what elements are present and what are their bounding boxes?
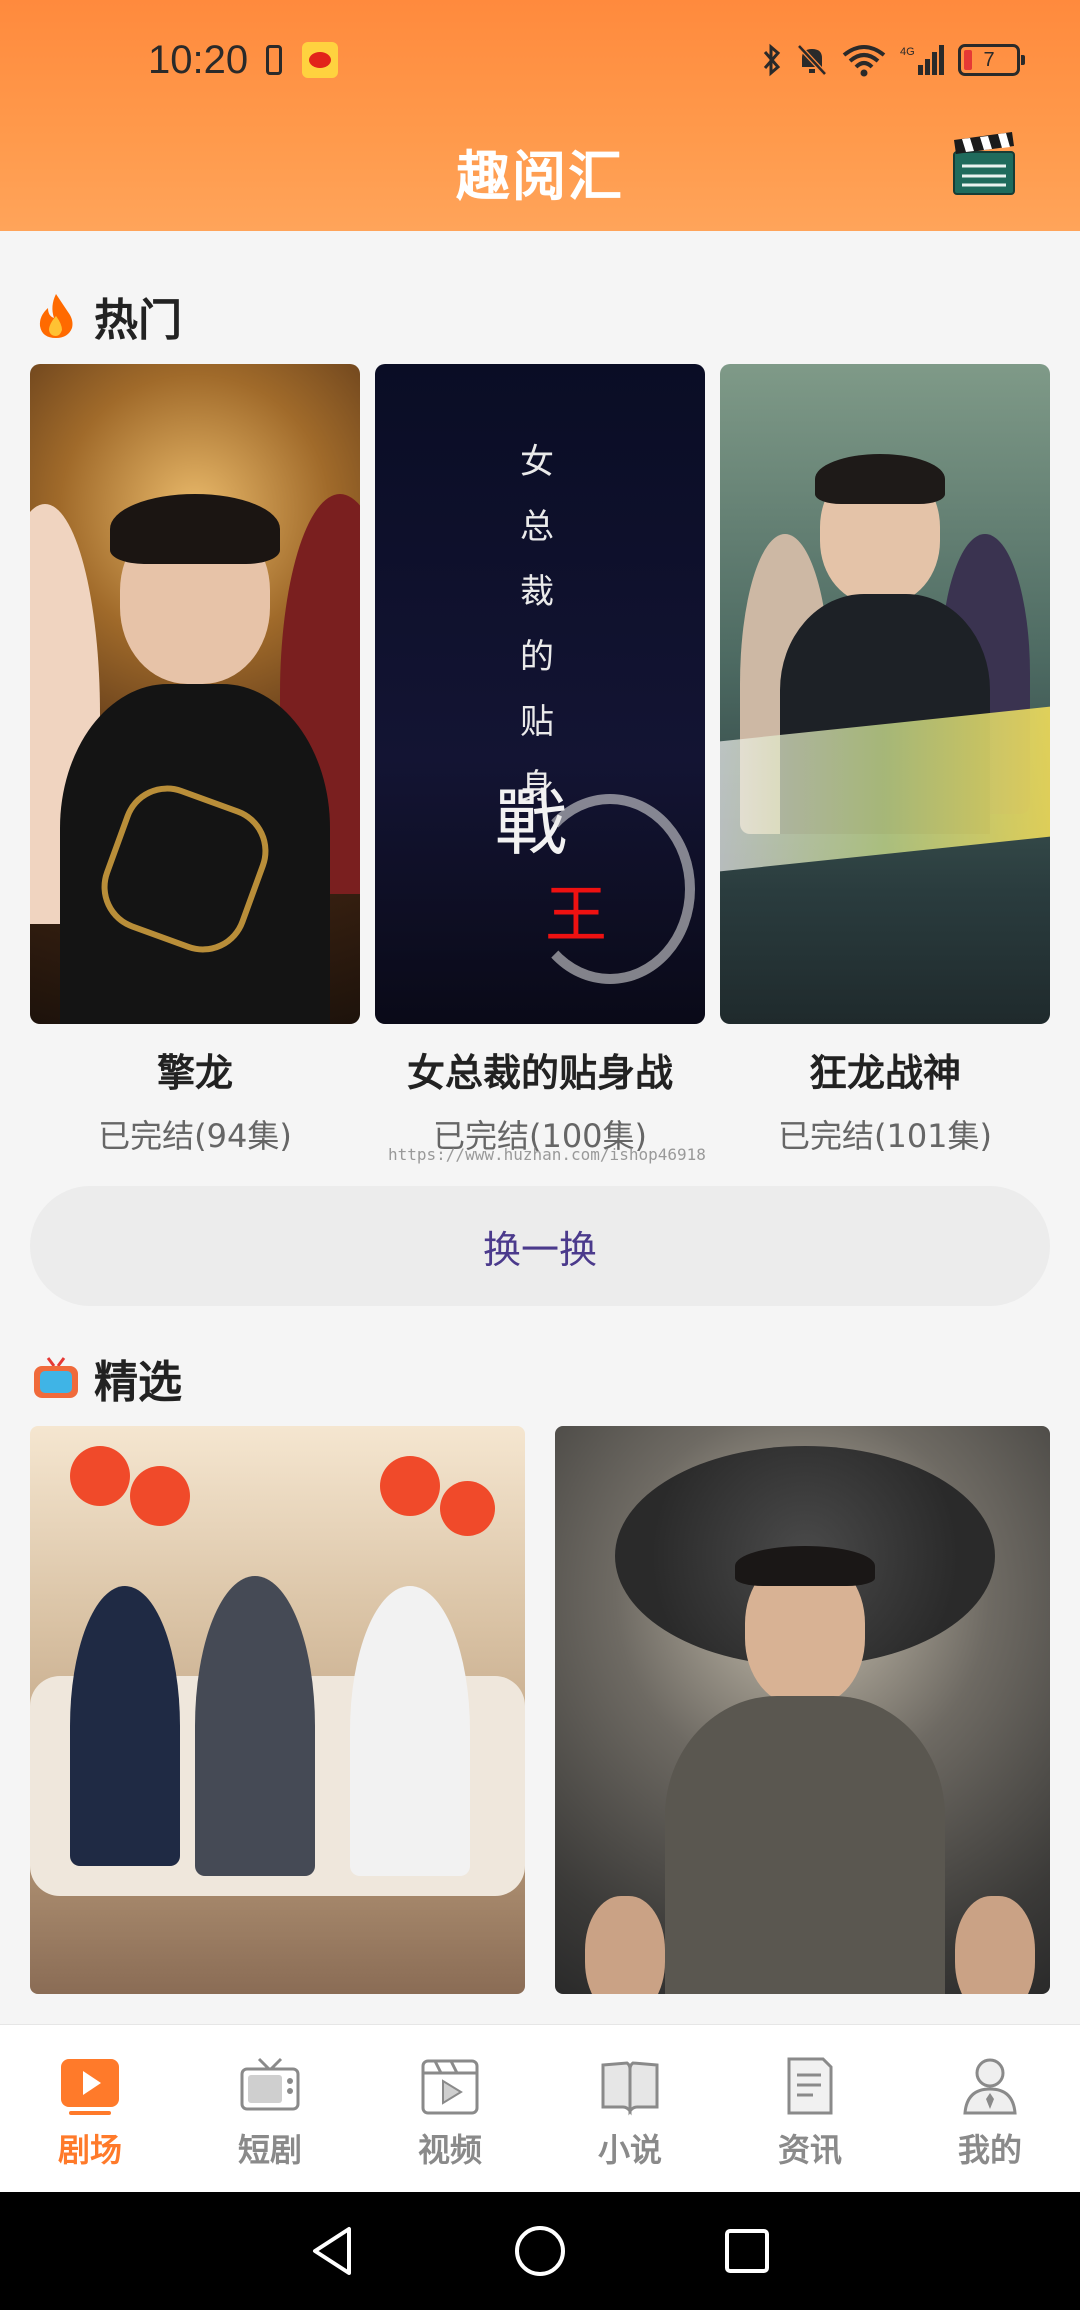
bell-muted-icon (796, 43, 828, 77)
back-icon[interactable] (303, 2221, 363, 2281)
home-icon[interactable] (510, 2221, 570, 2281)
hot-card-title: 狂龙战神 (808, 1051, 961, 1095)
tab-short-drama[interactable]: 短剧 (180, 2025, 360, 2192)
clapperboard-icon[interactable] (950, 130, 1018, 198)
hot-card-1[interactable]: 擎龙 已完结(94集) (30, 364, 360, 1157)
poster-vertical-title: 女 总 裁 的 贴 身 (520, 442, 554, 807)
selected-list (30, 1426, 1050, 1994)
poster-image (720, 364, 1050, 1024)
poster-image: 女 总 裁 的 贴 身 戰 王 (375, 364, 705, 1024)
hot-card-status: 已完结(94集) (98, 1117, 292, 1155)
status-time: 10:20 (148, 38, 249, 82)
system-nav-bar (0, 2192, 1080, 2310)
phone-icon (266, 45, 282, 75)
app-header: 10:20 4G 7 趣阅汇 (0, 0, 1080, 231)
hot-section-label: 热门 (94, 295, 182, 346)
document-icon (779, 2055, 841, 2117)
book-icon (599, 2055, 661, 2117)
app-title: 趣阅汇 (456, 145, 624, 208)
selected-card-2[interactable] (555, 1426, 1050, 1994)
hot-card-2[interactable]: 女 总 裁 的 贴 身 戰 王 女总裁的贴身战 已完结(100集) (375, 364, 705, 1157)
hot-card-3[interactable]: 狂龙战神 已完结(101集) (720, 364, 1050, 1157)
weibo-icon (302, 42, 338, 78)
watermark-text: https://www.huzhan.com/ishop46918 (388, 1145, 706, 1164)
selected-section-label: 精选 (94, 1357, 182, 1408)
fire-icon (32, 292, 80, 340)
selected-card-1[interactable] (30, 1426, 525, 1994)
hot-section-title: 热门 (32, 284, 182, 348)
status-icons: 4G 7 (762, 40, 1025, 80)
tab-novel[interactable]: 小说 (540, 2025, 720, 2192)
selected-section-title: 精选 (32, 1346, 182, 1410)
wifi-icon (842, 43, 886, 77)
hot-card-title: 擎龙 (156, 1051, 233, 1095)
hot-card-title: 女总裁的贴身战 (406, 1051, 673, 1095)
poster-red-text: 王 (545, 878, 608, 951)
signal-4g-icon: 4G (900, 43, 944, 77)
poster-image (30, 364, 360, 1024)
tab-video[interactable]: 视频 (360, 2025, 540, 2192)
hot-list: 擎龙 已完结(94集) 女 总 裁 的 贴 身 戰 王 女总裁的贴身战 已完结(… (30, 364, 1050, 1157)
bluetooth-icon (762, 43, 782, 77)
bottom-tabbar: 剧场 短剧 视频 小说 资讯 我的 (0, 2024, 1080, 2192)
tv-set-icon (239, 2055, 301, 2117)
tab-theater[interactable]: 剧场 (0, 2025, 180, 2192)
play-square-icon (59, 2055, 121, 2117)
svg-text:4G: 4G (900, 46, 915, 58)
video-icon (419, 2055, 481, 2117)
battery-indicator: 7 (958, 44, 1025, 76)
user-icon (959, 2055, 1021, 2117)
hot-card-status: 已完结(101集) (777, 1117, 993, 1155)
refresh-button[interactable]: 换一换 (30, 1186, 1050, 1306)
recent-apps-icon[interactable] (717, 2221, 777, 2281)
tab-news[interactable]: 资讯 (720, 2025, 900, 2192)
tab-mine[interactable]: 我的 (900, 2025, 1080, 2192)
tv-icon (32, 1354, 80, 1402)
